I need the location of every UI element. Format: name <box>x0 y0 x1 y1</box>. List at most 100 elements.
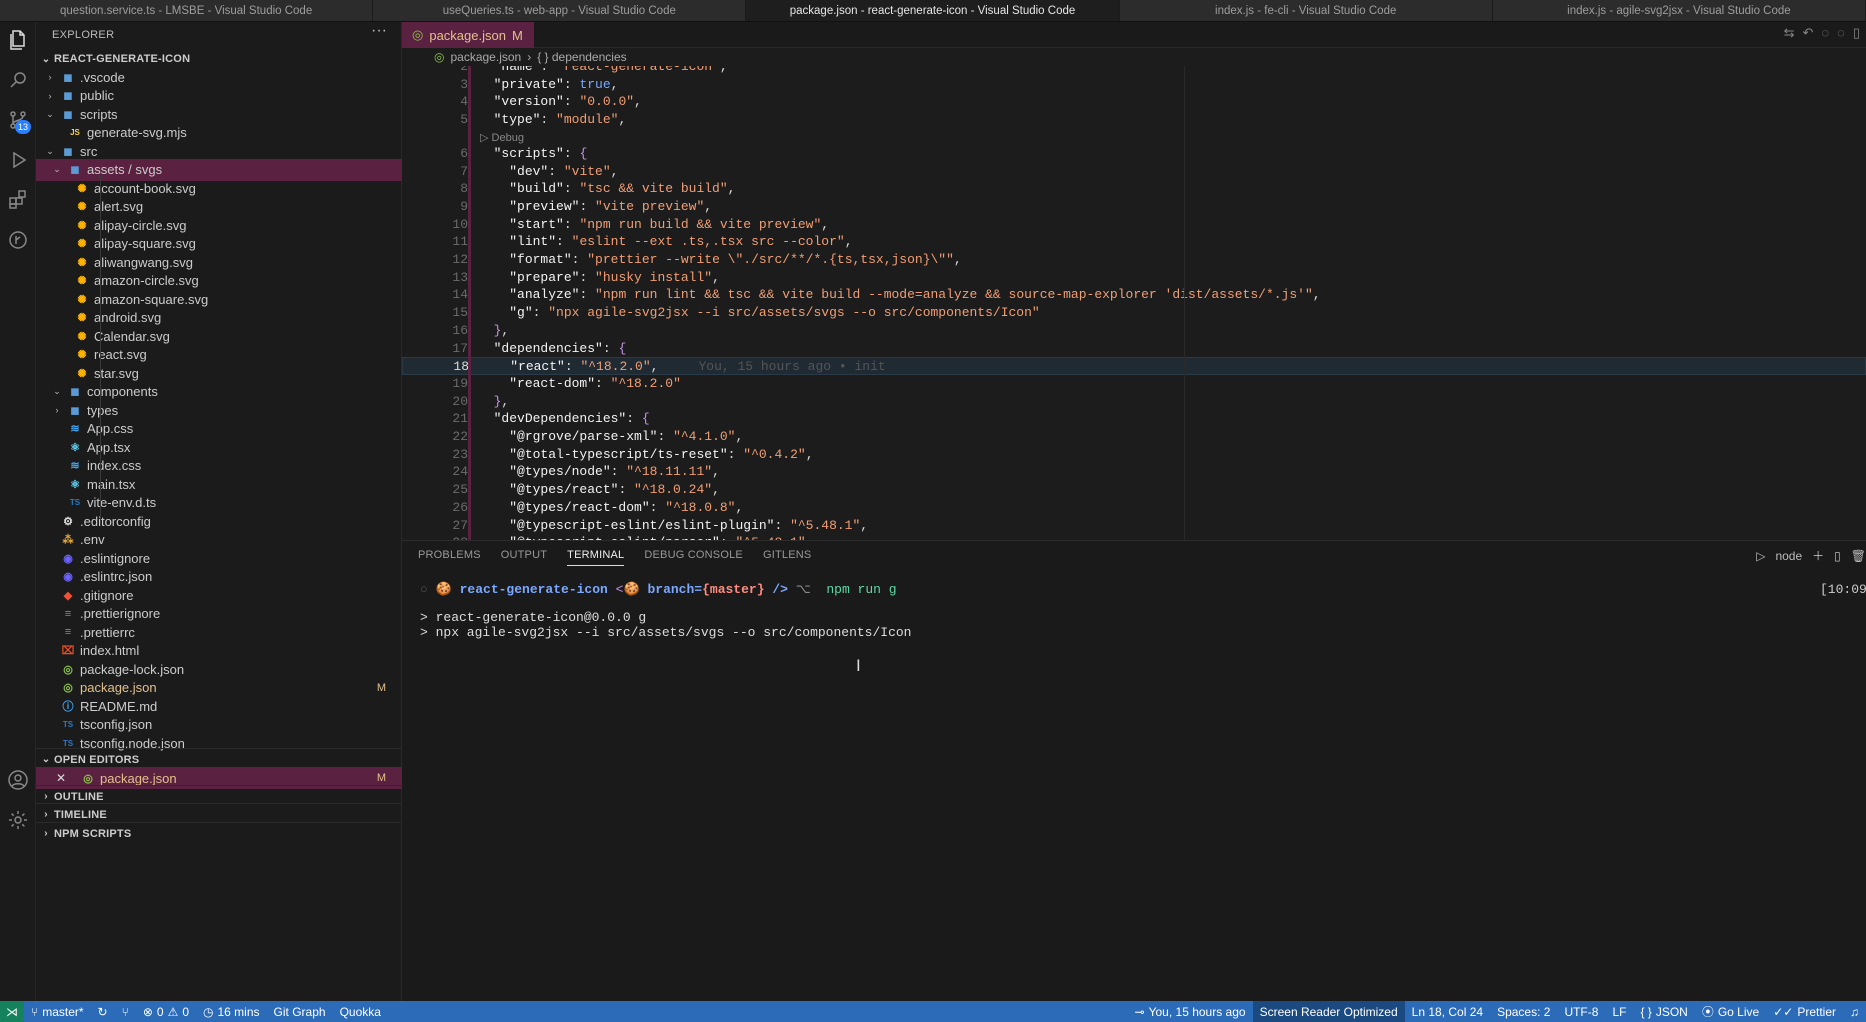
line-number: 7 <box>460 163 468 179</box>
scm-badge: 13 <box>15 120 32 134</box>
tree-item-label: alert.svg <box>94 199 144 214</box>
explorer-activity[interactable] <box>0 22 36 58</box>
npm-scripts-header[interactable]: › NPM SCRIPTS <box>36 822 402 844</box>
warning-icon: ⚠ <box>167 1004 179 1019</box>
panel-tab-gitlens[interactable]: GITLENS <box>763 549 811 566</box>
line-number: 6 <box>460 145 468 161</box>
quokka-button[interactable]: Quokka <box>333 1001 388 1022</box>
new-terminal-icon[interactable]: ＋ <box>1812 547 1824 564</box>
window-tab[interactable]: index.js - agile-svg2jsx - Visual Studio… <box>1493 0 1866 21</box>
code-text: "@types/node": "^18.11.11", <box>509 464 720 480</box>
run-debug-activity[interactable] <box>0 142 36 178</box>
code-view[interactable]: 2 "name": "react-generate-icon", 3 "priva… <box>402 66 1866 540</box>
screen-reader-status[interactable]: Screen Reader Optimized <box>1252 1001 1405 1022</box>
manage-activity[interactable] <box>0 802 36 838</box>
editor-area: ◎ package.json M ⇆ ↶ ◌ ◌ ▯ ◎ package.jso… <box>402 22 1866 540</box>
code-text: "dev": "vite", <box>509 163 619 179</box>
next-change-icon[interactable]: ◌ <box>1837 25 1845 41</box>
tree-item-label: App.tsx <box>87 439 131 455</box>
code-line: 10 "start": "npm run build && vite previ… <box>402 216 1866 234</box>
prompt-branch-label: branch= <box>647 582 703 597</box>
language-mode[interactable]: { } JSON <box>1633 1001 1694 1022</box>
time-tracker[interactable]: ◷ 16 mins <box>196 1001 267 1022</box>
gitlens-activity[interactable] <box>0 222 36 258</box>
encoding[interactable]: UTF-8 <box>1557 1001 1605 1022</box>
branch-status[interactable]: ⑂ master* <box>24 1001 91 1022</box>
panel-tab-output[interactable]: OUTPUT <box>501 549 547 566</box>
react-file-icon: ⚛ <box>70 441 80 454</box>
code-text: "prepare": "husky install", <box>509 269 720 285</box>
line-number: 10 <box>452 216 468 232</box>
shell-label[interactable]: node <box>1775 549 1802 563</box>
cursor-position[interactable]: Ln 18, Col 24 <box>1405 1001 1490 1022</box>
account-icon <box>8 770 28 790</box>
code-line: 11 "lint": "eslint --ext .ts,.tsx src --… <box>402 233 1866 251</box>
go-live-button[interactable]: ⦿ Go Live <box>1695 1001 1766 1022</box>
problems-status[interactable]: ⊗ 0 ⚠ 0 <box>136 1001 196 1022</box>
source-control-activity[interactable]: 13 <box>0 102 36 138</box>
tree-item-label: README.md <box>80 698 158 714</box>
panel-tab-problems[interactable]: PROBLEMS <box>418 549 481 566</box>
panel-tab-debug-console[interactable]: DEBUG CONSOLE <box>644 549 743 566</box>
code-line: 14 "analyze": "npm run lint && tsc && vi… <box>402 286 1866 304</box>
git-status[interactable]: ⑂ <box>115 1001 136 1022</box>
tree-item-label: index.css <box>87 458 142 473</box>
code-line: 6 "scripts": { <box>402 145 1866 163</box>
tsconfig-file-icon: TS <box>62 720 74 729</box>
code-line: 25 "@types/react": "^18.0.24", <box>402 481 1866 499</box>
more-actions-icon[interactable]: ··· <box>371 22 387 40</box>
code-line: 22 "@rgrove/parse-xml": "^4.1.0", <box>402 428 1866 446</box>
accounts-activity[interactable] <box>0 762 36 798</box>
kill-terminal-icon[interactable]: 🗑 <box>1851 549 1866 563</box>
code-text: }, <box>493 322 510 338</box>
git-file-icon: ◆ <box>63 589 73 602</box>
svg-file-icon: ✺ <box>77 349 87 361</box>
notifications-status[interactable]: ♫ <box>1843 1001 1866 1022</box>
command-icon: ⌥ <box>795 582 827 597</box>
commit-icon: ⊸ <box>1134 1004 1145 1019</box>
tree-item-label: public <box>80 88 114 103</box>
window-tab[interactable]: useQueries.ts - web-app - Visual Studio … <box>373 0 747 21</box>
open-changes-icon[interactable]: ⇆ <box>1784 25 1795 41</box>
open-editor-label: package.json <box>100 770 177 786</box>
line-number: 3 <box>460 76 468 92</box>
code-text: "lint": "eslint --ext .ts,.tsx src --col… <box>509 234 853 250</box>
prompt-close: /> <box>772 582 788 597</box>
terminal-output-line: > npx agile-svg2jsx --i src/assets/svgs … <box>420 625 912 640</box>
git-graph-button[interactable]: Git Graph <box>267 1001 333 1022</box>
previous-change-icon[interactable]: ◌ <box>1821 25 1829 41</box>
prettier-file-icon: ≡ <box>64 607 72 620</box>
panel-tab-terminal[interactable]: TERMINAL <box>567 549 625 566</box>
search-activity[interactable] <box>0 62 36 98</box>
chevron-right-icon: › <box>48 72 52 82</box>
svg-file-icon: ✺ <box>77 238 87 250</box>
svg-file-icon: ✺ <box>77 201 87 213</box>
window-tab[interactable]: question.service.ts - LMSBE - Visual Stu… <box>0 0 374 21</box>
close-icon[interactable]: ✕ <box>56 771 76 785</box>
prettier-status[interactable]: ✓✓ Prettier <box>1766 1001 1843 1022</box>
code-text: "build": "tsc && vite build", <box>509 181 736 197</box>
remote-indicator[interactable]: ⋊ <box>0 1001 24 1022</box>
blame-status[interactable]: ⊸ You, 15 hours ago <box>1128 1001 1253 1022</box>
code-line: 12 "format": "prettier --write \"./src/*… <box>402 251 1866 269</box>
outline-label: OUTLINE <box>54 790 104 803</box>
tree-item-label: generate-svg.mjs <box>87 125 187 140</box>
debug-codelens[interactable]: ▷ Debug <box>480 130 524 146</box>
window-tab[interactable]: index.js - fe-cli - Visual Studio Code <box>1120 0 1493 21</box>
editor-tab-package-json[interactable]: ◎ package.json M <box>402 22 534 48</box>
split-terminal-icon[interactable]: ▯ <box>1834 549 1841 563</box>
panel-tabs: PROBLEMS OUTPUT TERMINAL DEBUG CONSOLE GITLE… <box>418 549 811 566</box>
prompt-dot: ○ <box>420 582 436 597</box>
split-editor-icon[interactable]: ▯ <box>1853 25 1860 41</box>
tree-item-label: index.html <box>80 643 140 658</box>
sync-status[interactable]: ↻ <box>91 1001 115 1022</box>
breadcrumb-file[interactable]: package.json <box>450 50 521 64</box>
extensions-activity[interactable] <box>0 182 36 218</box>
line-number: 17 <box>452 340 468 356</box>
indentation[interactable]: Spaces: 2 <box>1490 1001 1557 1022</box>
window-tab[interactable]: package.json - react-generate-icon - Vis… <box>746 0 1120 21</box>
eol[interactable]: LF <box>1605 1001 1633 1022</box>
git-compare-icon[interactable]: ↶ <box>1802 25 1813 41</box>
breadcrumb-symbol[interactable]: { } dependencies <box>537 50 626 64</box>
warning-count: 0 <box>182 1004 190 1019</box>
